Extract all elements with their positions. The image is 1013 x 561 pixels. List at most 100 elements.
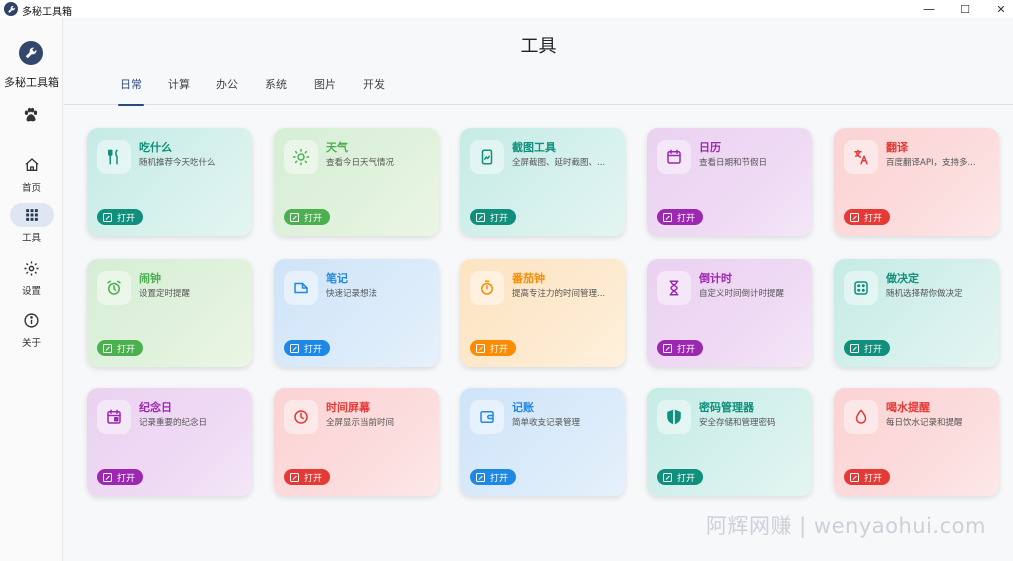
card-title: 纪念日 <box>139 401 172 414</box>
tool-card-translate[interactable]: 翻译 百度翻译API，支持多... 打开 <box>834 128 999 236</box>
card-description: 自定义时间倒计时提醒 <box>699 289 785 299</box>
wallet-icon <box>470 400 504 434</box>
tab-calculate[interactable]: 计算 <box>168 76 190 105</box>
card-description: 查看日期和节假日 <box>699 158 768 168</box>
open-button-label: 打开 <box>677 344 696 355</box>
open-button-label: 打开 <box>864 473 883 484</box>
sun-icon <box>284 140 318 174</box>
card-description: 简单收支记录管理 <box>512 418 581 428</box>
open-button[interactable]: 打开 <box>657 469 704 485</box>
card-title: 翻译 <box>886 141 908 154</box>
nav-item-tools[interactable]: 工具 <box>0 203 63 247</box>
clock-icon <box>284 400 318 434</box>
nav-item-settings[interactable]: 设置 <box>0 256 63 300</box>
hourglass-icon <box>657 271 691 305</box>
tool-card-alarm[interactable]: 闹钟 设置定时提醒 打开 <box>87 259 252 367</box>
open-button-label: 打开 <box>864 213 883 224</box>
open-button[interactable]: 打开 <box>657 209 704 225</box>
card-description: 设置定时提醒 <box>139 289 191 299</box>
open-button[interactable]: 打开 <box>657 340 704 356</box>
open-external-icon <box>103 343 112 353</box>
card-title: 天气 <box>326 141 348 154</box>
dice-icon <box>844 271 878 305</box>
wrench-icon <box>19 41 43 65</box>
home-icon <box>10 153 54 177</box>
open-button[interactable]: 打开 <box>470 209 517 225</box>
open-external-icon <box>850 472 859 482</box>
tool-card-eat[interactable]: 吃什么 随机推荐今天吃什么 打开 <box>87 128 252 236</box>
open-button-label: 打开 <box>490 473 509 484</box>
open-button[interactable]: 打开 <box>470 469 517 485</box>
grid-icon <box>9 203 54 227</box>
open-external-icon <box>850 212 859 222</box>
title-bar: 多秘工具箱 — ☐ ✕ <box>0 0 1013 18</box>
open-external-icon <box>290 343 299 353</box>
nav-item-about[interactable]: 关于 <box>0 308 63 352</box>
open-button[interactable]: 打开 <box>97 209 144 225</box>
open-external-icon <box>290 472 299 482</box>
card-title: 做决定 <box>886 272 919 285</box>
tab-daily[interactable]: 日常 <box>118 76 144 106</box>
open-external-icon <box>103 472 112 482</box>
open-external-icon <box>103 212 112 222</box>
open-button[interactable]: 打开 <box>470 340 517 356</box>
tool-card-anniversary[interactable]: 纪念日记录重要的纪念日打开 <box>87 388 252 496</box>
open-external-icon <box>850 343 859 353</box>
open-button[interactable]: 打开 <box>284 340 331 356</box>
tool-card-accounting[interactable]: 记账简单收支记录管理打开 <box>460 388 625 496</box>
open-button-label: 打开 <box>117 473 136 484</box>
water-drop-icon <box>844 400 878 434</box>
note-icon <box>284 271 318 305</box>
tab-image[interactable]: 图片 <box>314 76 336 105</box>
minimize-button[interactable]: — <box>914 0 944 18</box>
open-button[interactable]: 打开 <box>97 469 144 485</box>
open-button[interactable]: 打开 <box>844 469 891 485</box>
tool-card-calendar[interactable]: 日历查看日期和节假日打开 <box>647 128 812 236</box>
nav-item-home[interactable]: 首页 <box>0 153 63 197</box>
open-button[interactable]: 打开 <box>284 209 331 225</box>
tool-card-screenshot[interactable]: 截图工具 全屏截图、延时截图、... 打开 <box>460 128 625 236</box>
card-title: 笔记 <box>326 272 348 285</box>
close-button[interactable]: ✕ <box>986 0 1013 18</box>
open-button[interactable]: 打开 <box>97 340 144 356</box>
watermark: 阿辉网赚 | wenyaohui.com <box>706 514 986 538</box>
open-button[interactable]: 打开 <box>844 340 891 356</box>
card-description: 随机推荐今天吃什么 <box>139 158 216 168</box>
tool-card-water-reminder[interactable]: 喝水提醒 每日饮水记录和提醒 打开 <box>834 388 999 496</box>
tab-develop[interactable]: 开发 <box>363 76 385 105</box>
tool-card-notes[interactable]: 笔记 快速记录想法 打开 <box>274 259 439 367</box>
event-icon <box>97 400 131 434</box>
tab-office[interactable]: 办公 <box>216 76 238 105</box>
open-button-label: 打开 <box>677 213 696 224</box>
open-button-label: 打开 <box>304 473 323 484</box>
tool-card-time-screen[interactable]: 时间屏幕 全屏显示当前时间 打开 <box>274 388 439 496</box>
maximize-button[interactable]: ☐ <box>950 0 980 18</box>
utensils-icon <box>97 140 131 174</box>
nav-label: 设置 <box>21 286 41 297</box>
open-button-label: 打开 <box>117 213 136 224</box>
tool-card-countdown[interactable]: 倒计时 自定义时间倒计时提醒 打开 <box>647 259 812 367</box>
card-description: 提高专注力的时间管理... <box>512 289 606 299</box>
card-title: 记账 <box>512 401 534 414</box>
card-description: 记录重要的纪念日 <box>139 418 208 428</box>
tool-card-password-manager[interactable]: 密码管理器 安全存储和管理密码 打开 <box>647 388 812 496</box>
open-button-label: 打开 <box>304 344 323 355</box>
tool-card-decide[interactable]: 做决定 随机选择帮你做决定 打开 <box>834 259 999 367</box>
card-description: 全屏显示当前时间 <box>326 418 395 428</box>
tool-card-pomodoro[interactable]: 番茄钟 提高专注力的时间管理... 打开 <box>460 259 625 367</box>
shield-icon <box>657 400 691 434</box>
nav-label: 首页 <box>21 183 41 194</box>
timer-icon <box>470 271 504 305</box>
open-button[interactable]: 打开 <box>284 469 331 485</box>
alarm-icon <box>97 271 131 305</box>
card-title: 喝水提醒 <box>886 401 930 414</box>
card-title: 密码管理器 <box>699 401 754 414</box>
paw-icon[interactable] <box>20 104 42 126</box>
tool-card-weather[interactable]: 天气 查看今日天气情况 打开 <box>274 128 439 236</box>
gear-icon <box>10 256 54 280</box>
open-button[interactable]: 打开 <box>844 209 891 225</box>
card-title: 日历 <box>699 141 721 154</box>
open-button-label: 打开 <box>490 213 509 224</box>
tab-system[interactable]: 系统 <box>265 76 287 105</box>
card-description: 全屏截图、延时截图、... <box>512 158 606 168</box>
